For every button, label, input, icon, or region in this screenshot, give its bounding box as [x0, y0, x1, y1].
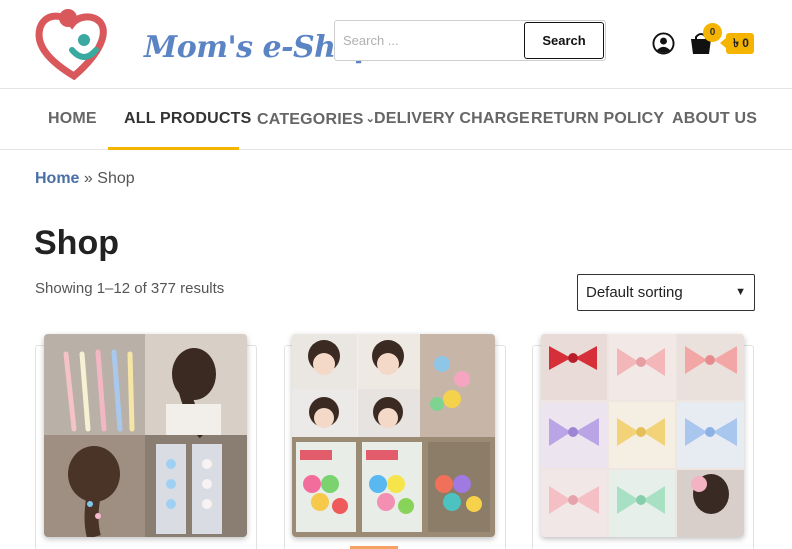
chevron-down-icon: ▼ — [735, 286, 746, 298]
nav-item-categories-label: CATEGORIES — [257, 111, 364, 128]
breadcrumb: Home » Shop — [35, 170, 135, 188]
logo-heart-mark — [35, 9, 107, 81]
nav-item-home[interactable]: HOME — [48, 89, 97, 149]
result-count: Showing 1–12 of 377 results — [35, 280, 225, 297]
product-image[interactable] — [541, 334, 744, 537]
product-image[interactable] — [292, 334, 495, 537]
nav-item-categories[interactable]: CATEGORIES ⌄ — [257, 89, 375, 149]
nav-item-about-us[interactable]: ABOUT US — [672, 89, 757, 149]
active-nav-indicator — [108, 147, 239, 150]
sort-select[interactable]: Default sorting ▼ — [577, 274, 755, 311]
search-button[interactable]: Search — [524, 22, 604, 59]
cart-total[interactable]: ৳ 0 — [720, 33, 754, 54]
site-logo[interactable]: Mom's e-Shop BD — [34, 6, 436, 82]
nav-item-return-policy[interactable]: RETURN POLICY — [531, 89, 664, 149]
user-circle-icon[interactable] — [652, 32, 675, 55]
page-title: Shop — [34, 224, 119, 262]
product-image[interactable] — [44, 334, 247, 537]
breadcrumb-separator: » — [83, 170, 93, 187]
nav-item-all-products[interactable]: ALL PRODUCTS — [124, 89, 251, 149]
sort-selected-value: Default sorting — [586, 284, 683, 301]
search-input[interactable] — [335, 21, 521, 60]
search-form: Search — [334, 20, 606, 61]
nav-item-delivery-charge[interactable]: DELIVERY CHARGE — [374, 89, 530, 149]
main-navigation: HOME ALL PRODUCTS CATEGORIES ⌄ DELIVERY C… — [0, 88, 792, 150]
breadcrumb-current: Shop — [97, 170, 135, 187]
site-header: Mom's e-Shop BD Search 0 ৳ 0 — [0, 0, 792, 88]
breadcrumb-home-link[interactable]: Home — [35, 170, 79, 187]
